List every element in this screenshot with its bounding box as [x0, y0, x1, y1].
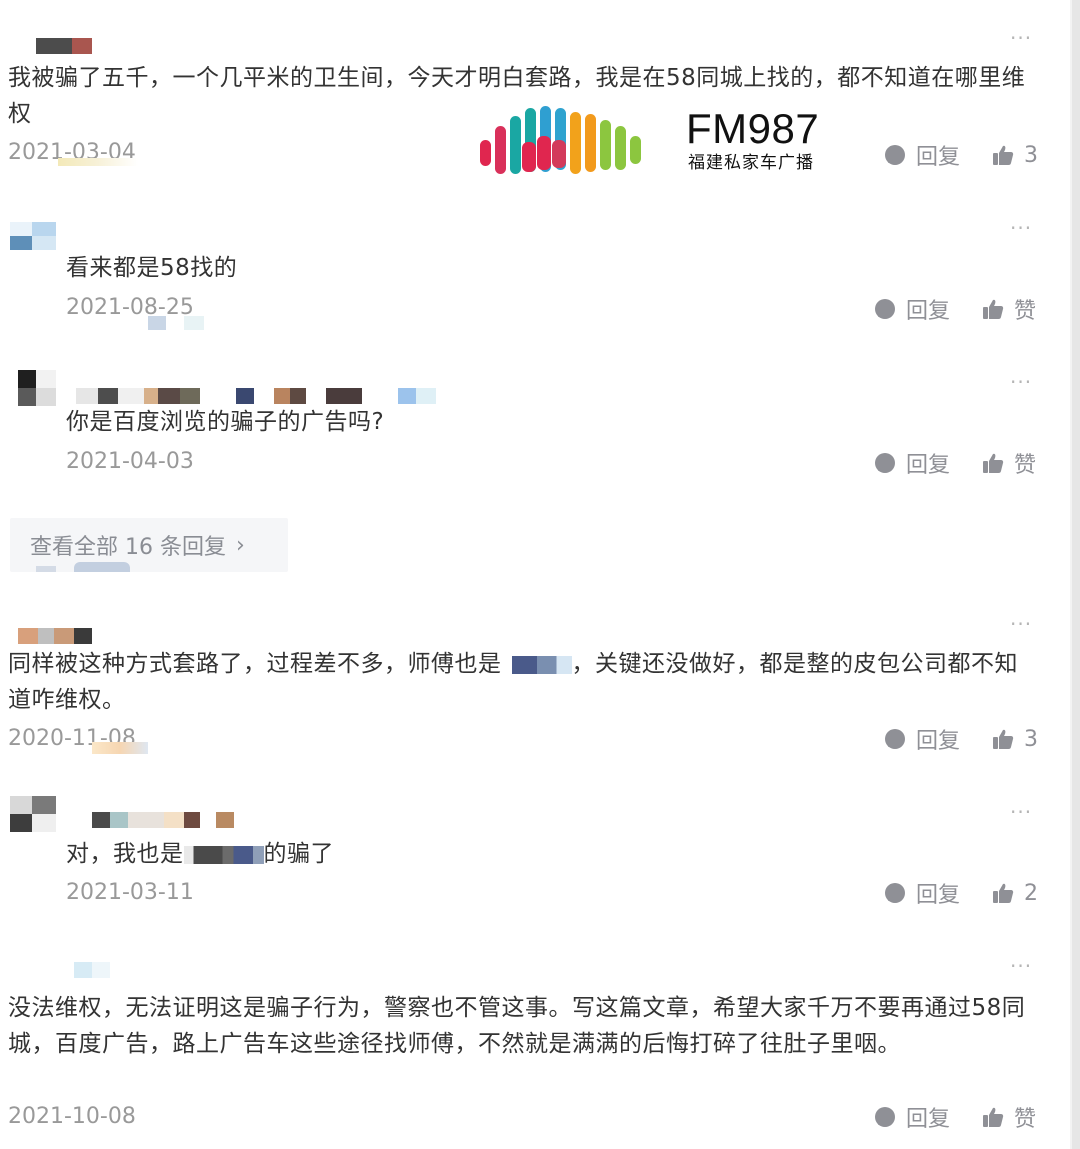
logo-title: FM987: [686, 105, 820, 152]
comment-text: 没法维权，无法证明这是骗子行为，警察也不管这事。写这篇文章，希望大家千万不要再通…: [8, 995, 1026, 1057]
more-icon[interactable]: ···: [1010, 802, 1032, 822]
more-icon[interactable]: ···: [1010, 956, 1032, 976]
reply-button[interactable]: 回复: [874, 448, 950, 478]
redacted-block: [501, 655, 572, 674]
like-icon: [983, 453, 1004, 473]
like-button[interactable]: 3: [992, 724, 1038, 754]
comment-date: 2021-08-25: [66, 295, 194, 320]
avatar[interactable]: [10, 222, 56, 250]
username-blurred[interactable]: [76, 388, 436, 404]
reply-label: 回复: [916, 729, 961, 754]
like-count: 2: [1024, 880, 1038, 906]
comment-text: 对，我也是 的骗了: [66, 836, 334, 872]
username-blurred[interactable]: [74, 962, 110, 978]
comment-date: 2021-03-11: [66, 880, 194, 905]
blurred-patch: [74, 562, 130, 572]
more-icon[interactable]: ···: [1010, 28, 1032, 48]
comment-text: 同样被这种方式套路了，过程差不多，师傅也是 ，关键还没做好，都是整的皮包公司都不知…: [8, 646, 1038, 718]
reply-icon: [875, 1107, 895, 1127]
like-icon: [993, 145, 1014, 165]
reply-button[interactable]: 回复: [884, 724, 960, 754]
like-button[interactable]: 3: [992, 140, 1038, 170]
view-all-label: 查看全部 16 条回复: [30, 535, 226, 560]
more-icon[interactable]: ···: [1010, 614, 1032, 634]
like-label: 赞: [1014, 299, 1037, 324]
reply-icon: [885, 883, 905, 903]
reply-label: 回复: [916, 145, 961, 170]
like-label: 赞: [1014, 1107, 1037, 1132]
like-button[interactable]: 赞: [982, 294, 1036, 324]
reply-label: 回复: [906, 1107, 951, 1132]
reply-button[interactable]: 回复: [884, 878, 960, 908]
like-label: 赞: [1014, 453, 1037, 478]
avatar[interactable]: [18, 370, 56, 406]
comment-date: 2021-10-08: [8, 1104, 136, 1129]
blurred-patch: [92, 742, 148, 754]
blurred-patch: [58, 158, 138, 166]
comment-text-part: 对，我也是: [66, 841, 184, 867]
like-icon: [993, 883, 1014, 903]
like-icon: [983, 1107, 1004, 1127]
reply-button[interactable]: 回复: [874, 1102, 950, 1132]
more-icon[interactable]: ···: [1010, 218, 1032, 238]
reply-icon: [875, 299, 895, 319]
reply-button[interactable]: 回复: [874, 294, 950, 324]
reply-label: 回复: [906, 299, 951, 324]
username-blurred[interactable]: [36, 38, 92, 54]
like-button[interactable]: 2: [992, 878, 1038, 908]
username-blurred[interactable]: [92, 812, 234, 828]
blurred-patch: [148, 316, 166, 330]
like-icon: [983, 299, 1004, 319]
blurred-patch: [36, 566, 56, 572]
like-count: 3: [1024, 142, 1038, 168]
reply-icon: [875, 453, 895, 473]
reply-icon: [885, 729, 905, 749]
reply-icon: [885, 145, 905, 165]
chevron-right-icon: ›: [235, 532, 245, 558]
like-count: 3: [1024, 726, 1038, 752]
username-blurred[interactable]: [18, 628, 92, 644]
more-icon[interactable]: ···: [1010, 372, 1032, 392]
avatar[interactable]: [10, 796, 56, 832]
comment-text: 你是百度浏览的骗子的广告吗?: [66, 409, 385, 435]
logo-subtitle: 福建私家车广播: [688, 153, 814, 173]
comment-text: 看来都是58找的: [66, 255, 238, 281]
reply-label: 回复: [916, 883, 961, 908]
reply-button[interactable]: 回复: [884, 140, 960, 170]
like-button[interactable]: 赞: [982, 448, 1036, 478]
blurred-patch: [184, 316, 204, 330]
like-button[interactable]: 赞: [982, 1102, 1036, 1132]
scrollbar[interactable]: [1072, 0, 1080, 1149]
view-all-replies-button[interactable]: 查看全部 16 条回复 ›: [10, 518, 288, 572]
reply-label: 回复: [906, 453, 951, 478]
comment-text-part: 的骗了: [263, 841, 334, 867]
like-icon: [993, 729, 1014, 749]
redacted-block: [183, 845, 264, 864]
comment-date: 2021-04-03: [66, 449, 194, 474]
comment-text-part: 同样被这种方式套路了，过程差不多，师傅也是: [8, 651, 502, 677]
